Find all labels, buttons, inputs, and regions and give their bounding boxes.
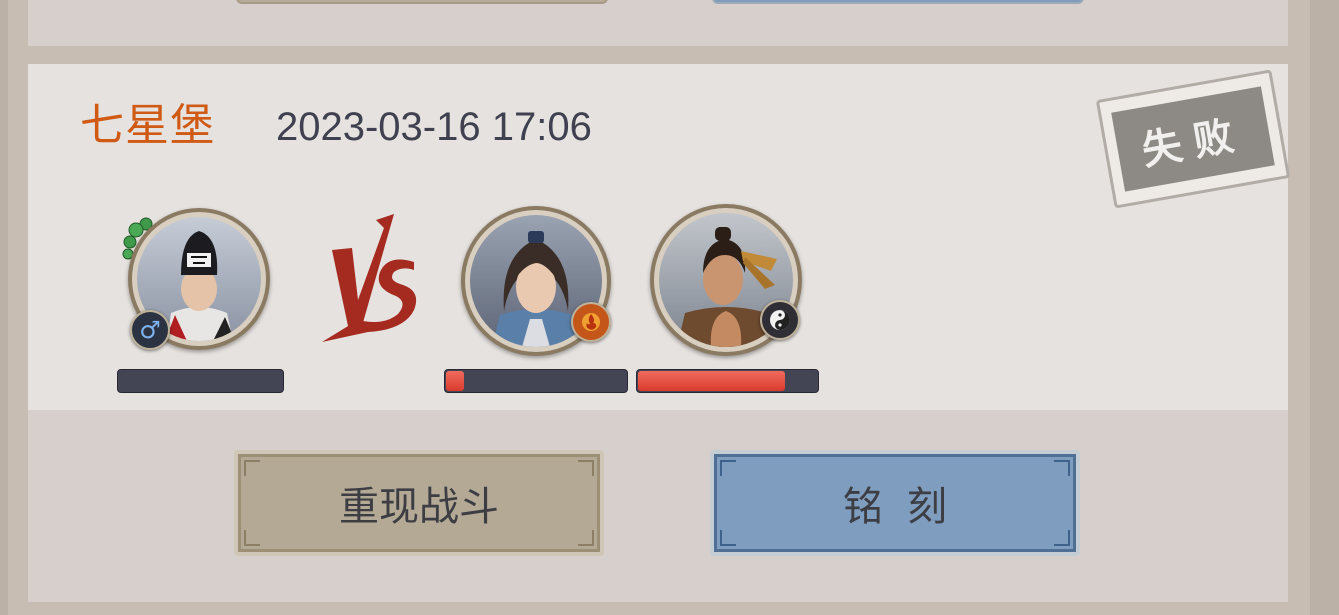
- yin-yang-icon: [760, 300, 800, 340]
- flame-school-icon: [571, 302, 611, 342]
- opponent-avatar-1[interactable]: [461, 206, 611, 356]
- versus-emblem: [318, 214, 422, 348]
- engrave-label: 铭刻: [843, 484, 971, 530]
- previous-replay-button[interactable]: [236, 0, 608, 4]
- opponent-avatar-2[interactable]: [650, 204, 802, 356]
- battle-record-header: 七星堡 2023-03-16 17:06 失败 ♂: [28, 64, 1291, 410]
- battle-record-card: 七星堡 2023-03-16 17:06 失败 ♂ 重现战斗 铭刻: [28, 64, 1291, 602]
- player-avatar[interactable]: ♂: [128, 208, 270, 350]
- player-gender-symbol: ♂: [139, 316, 161, 344]
- battle-location: 七星堡: [80, 100, 215, 151]
- defeat-stamp: 失败: [1095, 69, 1291, 209]
- engrave-button[interactable]: 铭刻: [710, 450, 1080, 556]
- opponent-health-bar-1: [444, 369, 628, 393]
- previous-record-card: [28, 0, 1288, 46]
- replay-battle-label: 重现战斗: [339, 484, 499, 530]
- opponent-health-fill-1: [446, 371, 464, 391]
- battle-timestamp: 2023-03-16 17:06: [276, 105, 592, 149]
- male-gender-icon: ♂: [130, 310, 170, 350]
- defeat-stamp-text: 失败: [1138, 110, 1249, 175]
- player-health-bar: [117, 369, 284, 393]
- replay-battle-button[interactable]: 重现战斗: [234, 450, 604, 556]
- opponent-health-fill-2: [638, 371, 785, 391]
- opponent-health-bar-2: [636, 369, 819, 393]
- previous-engrave-button[interactable]: [712, 0, 1084, 4]
